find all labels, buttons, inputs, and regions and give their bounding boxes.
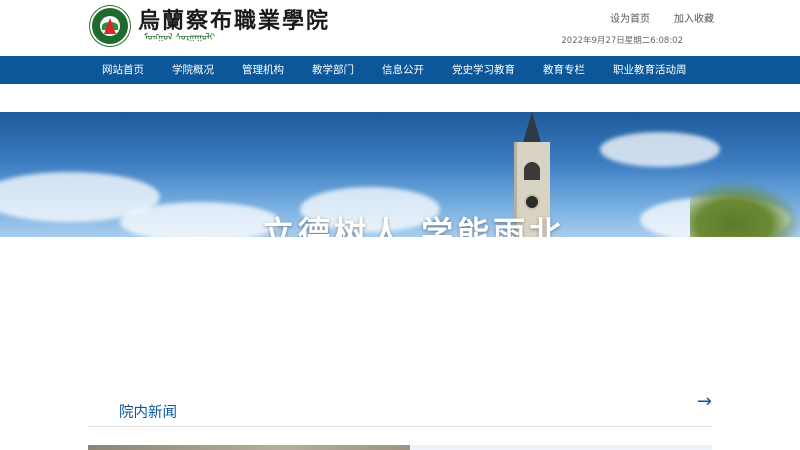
nav-item-disclosure[interactable]: 信息公开 xyxy=(368,56,438,84)
site-logo[interactable]: 烏蘭察布職業學院 ᠮᠣᠩᠭᠣᠯ ᠰᠤᠷᠭᠠᠭᠤᠯᠢ xyxy=(90,6,330,46)
nav-item-home[interactable]: 网站首页 xyxy=(88,56,158,84)
news-preview xyxy=(88,445,712,450)
set-homepage-link[interactable]: 设为首页 xyxy=(610,10,650,25)
hero-banner[interactable]: 立德树人 学能雨北 xyxy=(0,112,800,237)
banner-slogan: 立德树人 学能雨北 xyxy=(262,214,566,237)
header-spacer xyxy=(0,84,800,112)
nav-item-departments[interactable]: 教学部门 xyxy=(298,56,368,84)
nav-item-management[interactable]: 管理机构 xyxy=(228,56,298,84)
news-list[interactable] xyxy=(410,445,712,450)
current-datetime: 2022年9月27日星期二6:08:02 xyxy=(561,36,683,46)
trees-image xyxy=(690,182,800,237)
nav-item-education-column[interactable]: 教育专栏 xyxy=(529,56,599,84)
nav-item-vocational-week[interactable]: 职业教育活动周 xyxy=(599,56,701,84)
nav-item-party-history[interactable]: 党史学习教育 xyxy=(438,56,529,84)
nav-item-overview[interactable]: 学院概况 xyxy=(158,56,228,84)
news-photo[interactable] xyxy=(88,445,410,450)
news-section-header: 院内新闻 → xyxy=(88,391,712,427)
main-nav: 网站首页 学院概况 管理机构 教学部门 信息公开 党史学习教育 教育专栏 职业教… xyxy=(0,56,800,84)
site-header: 烏蘭察布職業學院 ᠮᠣᠩᠭᠣᠯ ᠰᠤᠷᠭᠠᠭᠤᠯᠢ 设为首页 加入收藏 2022… xyxy=(0,0,800,56)
logo-mongolian-script: ᠮᠣᠩᠭᠣᠯ ᠰᠤᠷᠭᠠᠭᠤᠯᠢ xyxy=(144,32,215,43)
logo-title: 烏蘭察布職業學院 xyxy=(138,7,331,34)
school-emblem-icon xyxy=(90,6,130,46)
more-arrow-icon[interactable]: → xyxy=(697,391,712,412)
top-links: 设为首页 加入收藏 xyxy=(610,10,714,25)
add-favorite-link[interactable]: 加入收藏 xyxy=(674,10,714,25)
main-content: 院内新闻 → xyxy=(0,237,800,450)
news-section-title[interactable]: 院内新闻 xyxy=(119,401,177,422)
